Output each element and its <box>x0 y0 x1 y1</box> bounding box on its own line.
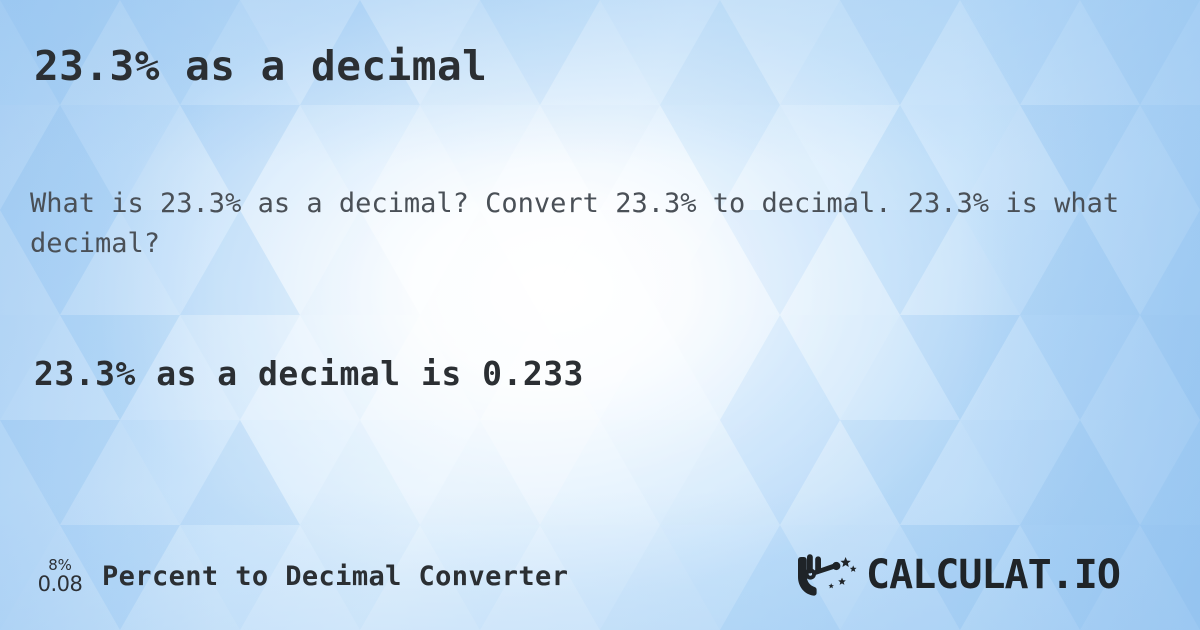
brand-mark-percent: 8% <box>48 556 72 574</box>
og-card: 23.3% as a decimal What is 23.3% as a de… <box>0 0 1200 630</box>
hand-magic-wand-icon <box>798 554 857 596</box>
page-title: 23.3% as a decimal <box>34 42 488 90</box>
brand-mark-decimal: 0.08 <box>37 572 83 596</box>
tool-name: Percent to Decimal Converter <box>102 560 569 592</box>
percent-to-decimal-mark-icon: 8% 0.08 <box>34 557 86 595</box>
brand-logo[interactable]: CALCULAT.IO <box>796 553 1166 599</box>
footer-left-group: 8% 0.08 Percent to Decimal Converter <box>34 557 568 595</box>
description-text: What is 23.3% as a decimal? Convert 23.3… <box>30 188 1120 259</box>
calculatio-wordmark: CALCULAT.IO <box>866 554 1121 598</box>
answer-text: 23.3% as a decimal is 0.233 <box>34 354 584 393</box>
calculatio-logo-text: CALCULAT.IO <box>866 554 1120 598</box>
footer: 8% 0.08 Percent to Decimal Converter CAL… <box>0 548 1200 604</box>
card-content: 23.3% as a decimal What is 23.3% as a de… <box>0 0 1200 630</box>
